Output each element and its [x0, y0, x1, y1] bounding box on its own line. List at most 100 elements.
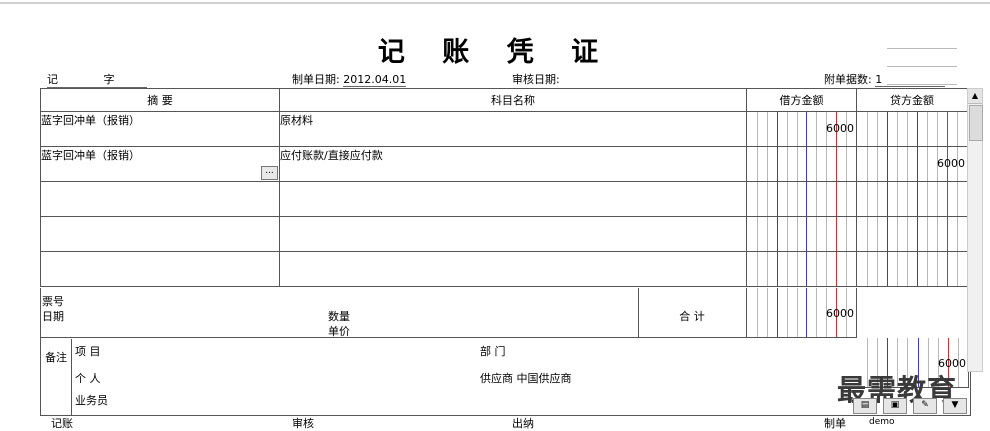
grid-line: [787, 288, 788, 337]
voucher-date-field[interactable]: 制单日期: 2012.04.01: [292, 71, 407, 87]
grid-line: [816, 252, 817, 286]
grid-line: [887, 147, 888, 181]
grid-line: [806, 182, 807, 216]
reference-button[interactable]: ...: [261, 166, 278, 180]
summary-cell[interactable]: [40, 251, 280, 287]
unit-price-label: 单价: [328, 325, 350, 338]
grid-line: [757, 182, 758, 216]
amount-grid: [857, 182, 967, 216]
grid-line: [767, 217, 768, 251]
debit-cell[interactable]: [746, 146, 857, 182]
remarks-label: 备注: [45, 351, 67, 364]
voucher-number-label: 字: [103, 73, 115, 86]
salesman-label[interactable]: 业务员: [75, 392, 108, 408]
tools-icon[interactable]: ✎: [913, 398, 937, 414]
grid-line: [767, 252, 768, 286]
grid-line: [826, 182, 827, 216]
grid-line: [787, 182, 788, 216]
amount-grid: [747, 147, 856, 181]
date-label: 制单日期:: [292, 73, 340, 86]
grid-line: [907, 112, 908, 146]
department-label[interactable]: 部 门: [480, 343, 506, 359]
cashier-label: 出纳: [512, 417, 534, 430]
grid-line: [777, 252, 778, 286]
grid-line: [907, 217, 908, 251]
auditor-label: 审核: [292, 417, 314, 430]
table-row[interactable]: [40, 251, 968, 287]
date-value[interactable]: 2012.04.01: [343, 73, 407, 87]
scroll-up-icon[interactable]: ▲: [968, 89, 982, 104]
summary-cell[interactable]: [40, 181, 280, 217]
credit-cell[interactable]: 6000: [856, 146, 968, 182]
grid-line: [897, 112, 898, 146]
grid-line: [877, 147, 878, 181]
note-icon[interactable]: ▤: [853, 398, 877, 414]
debit-cell[interactable]: [746, 216, 857, 252]
grid-line: [757, 252, 758, 286]
grid-line: [887, 112, 888, 146]
account-cell[interactable]: [279, 251, 747, 287]
grid-line: [957, 112, 958, 146]
grid-line: [877, 217, 878, 251]
account-cell[interactable]: [279, 216, 747, 252]
account-cell[interactable]: 应付账款/直接应付款: [279, 146, 747, 182]
account-cell[interactable]: 原材料: [279, 111, 747, 147]
grid-line: [907, 252, 908, 286]
grid-line: [816, 288, 817, 337]
grid-line: [826, 252, 827, 286]
table-row[interactable]: 蓝字回冲单（报销）... 应付账款/直接应付款 6000: [40, 146, 968, 182]
project-label[interactable]: 项 目: [75, 343, 101, 359]
table-header-row: 摘 要 科目名称 借方金额 贷方金额: [40, 88, 968, 112]
grid-line: [797, 112, 798, 146]
grid-line: [877, 252, 878, 286]
chevron-down-icon[interactable]: ▼: [943, 398, 967, 414]
grid-line: [867, 112, 868, 146]
attachments-field[interactable]: 附单据数: 1: [824, 71, 946, 87]
summary-cell[interactable]: 蓝字回冲单（报销）...: [40, 146, 280, 182]
grid-line: [957, 182, 958, 216]
account-cell[interactable]: [279, 181, 747, 217]
ticket-info-box: 票号 日期 数量 单价: [40, 288, 639, 338]
grid-line: [836, 147, 837, 181]
grid-line: [777, 182, 778, 216]
vertical-scrollbar[interactable]: ▲: [967, 88, 983, 372]
table-row[interactable]: [40, 181, 968, 217]
total-label: 合 计: [679, 310, 705, 323]
grid-line: [787, 147, 788, 181]
image-icon[interactable]: ▣: [883, 398, 907, 414]
grid-line: [897, 252, 898, 286]
person-label[interactable]: 个 人: [75, 370, 101, 386]
credit-cell[interactable]: [856, 111, 968, 147]
amount-grid: [747, 182, 856, 216]
grid-line: [887, 182, 888, 216]
grid-line: [816, 182, 817, 216]
grid-line: [877, 112, 878, 146]
grid-line: [816, 147, 817, 181]
debit-cell[interactable]: [746, 251, 857, 287]
grid-line: [797, 147, 798, 181]
debit-cell[interactable]: [746, 181, 857, 217]
audit-date-label: 审核日期:: [512, 73, 560, 86]
credit-cell[interactable]: [856, 216, 968, 252]
summary-cell[interactable]: [40, 216, 280, 252]
grid-line: [797, 182, 798, 216]
summary-cell[interactable]: 蓝字回冲单（报销）: [40, 111, 280, 147]
grid-line: [937, 217, 938, 251]
scroll-thumb[interactable]: [969, 105, 983, 141]
voucher-type-field[interactable]: 记 字: [47, 71, 147, 88]
attachments-value[interactable]: 1: [875, 73, 946, 87]
grid-line: [887, 252, 888, 286]
attachments-label: 附单据数:: [824, 73, 872, 86]
credit-cell[interactable]: [856, 251, 968, 287]
grid-line: [907, 147, 908, 181]
credit-cell[interactable]: [856, 181, 968, 217]
grid-line: [806, 252, 807, 286]
debit-header: 借方金额: [746, 88, 857, 112]
supplier-field[interactable]: 供应商 中国供应商: [480, 370, 572, 386]
grid-line: [777, 112, 778, 146]
table-row[interactable]: [40, 216, 968, 252]
debit-cell[interactable]: 6000: [746, 111, 857, 147]
grid-line: [867, 182, 868, 216]
ticket-label: 票号: [42, 295, 64, 308]
table-row[interactable]: 蓝字回冲单（报销） 原材料 6000: [40, 111, 968, 147]
